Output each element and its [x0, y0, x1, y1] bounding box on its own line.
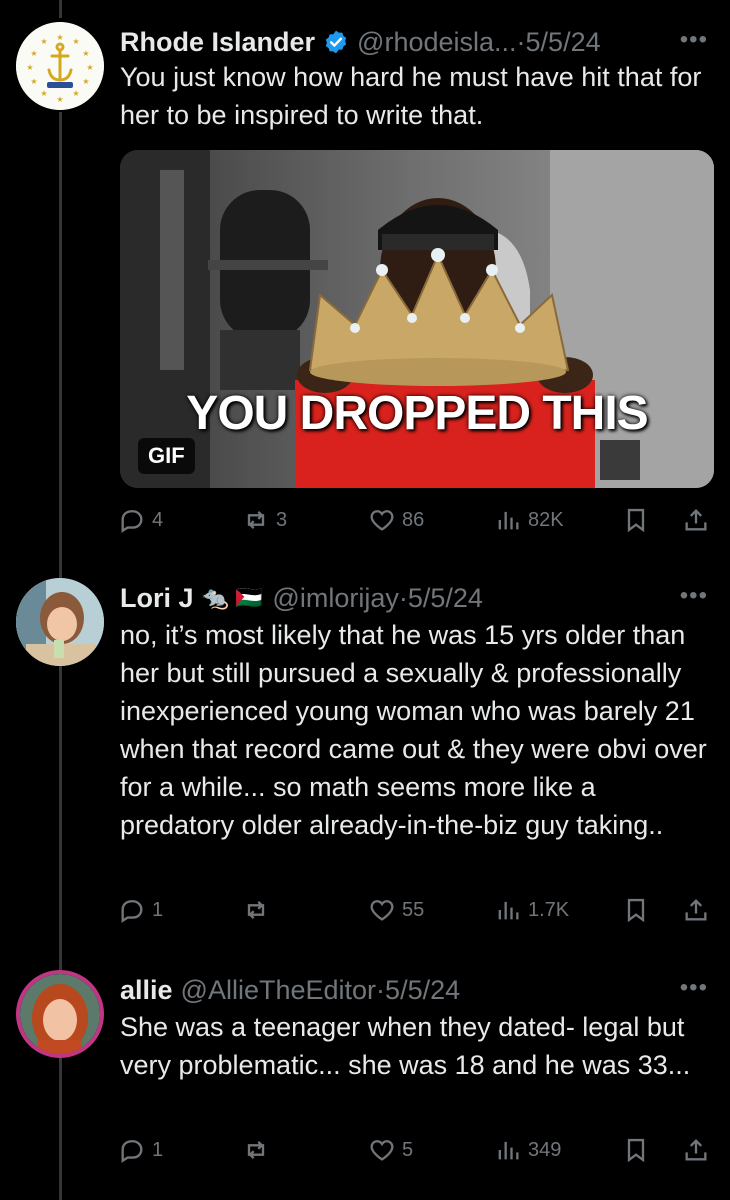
tweet-text: She was a teenager when they dated- lega… — [120, 1012, 691, 1080]
reply-button[interactable]: 1 — [118, 1130, 163, 1170]
svg-text:★: ★ — [82, 49, 89, 58]
more-options-icon[interactable]: ••• — [680, 26, 708, 54]
gif-badge: GIF — [138, 438, 195, 474]
bookmark-button[interactable] — [622, 890, 650, 930]
tweet-header: Lori J 🐀 🇵🇸 @imlorijay · 5/5/24 — [120, 578, 483, 618]
views-count: 82K — [528, 508, 564, 531]
reply-count: 4 — [152, 508, 164, 531]
bookmark-button[interactable] — [622, 1130, 650, 1170]
bookmark-icon — [627, 898, 645, 923]
thread-line-top — [59, 0, 62, 18]
display-name[interactable]: allie — [120, 975, 173, 1006]
more-options-icon[interactable]: ••• — [680, 582, 708, 610]
heart-icon — [370, 510, 394, 531]
reply-icon — [121, 1140, 143, 1163]
avatar[interactable]: ★ ★ ★ ★ ★ ★ ★ ★ ★ ★ ★ ★ — [16, 22, 104, 110]
tweet-actions: 4 3 86 82K — [118, 500, 714, 540]
svg-text:★: ★ — [30, 49, 37, 58]
tweet-header: allie @AllieTheEditor · 5/5/24 — [120, 970, 460, 1010]
reply-button[interactable]: 4 — [118, 500, 163, 540]
avatar-photo — [20, 974, 100, 1054]
svg-text:★: ★ — [86, 63, 93, 72]
views-count: 349 — [528, 1138, 562, 1161]
handle[interactable]: @rhodeisla... — [357, 27, 516, 58]
heart-icon — [370, 1140, 394, 1161]
svg-text:★: ★ — [72, 37, 79, 46]
reply-button[interactable]: 1 — [118, 890, 163, 930]
svg-text:★: ★ — [30, 77, 37, 86]
repost-icon — [247, 1141, 265, 1159]
like-button[interactable]: 86 — [368, 500, 424, 540]
heart-icon — [370, 900, 394, 921]
tweet-actions: 1 55 1.7K — [118, 890, 714, 930]
views-button[interactable]: 1.7K — [494, 890, 569, 930]
display-name[interactable]: Rhode Islander — [120, 27, 315, 58]
svg-text:★: ★ — [40, 89, 47, 98]
tweet-allie[interactable]: allie @AllieTheEditor · 5/5/24 ••• She w… — [0, 970, 730, 1200]
share-button[interactable] — [682, 890, 710, 930]
repost-count: 3 — [276, 508, 288, 531]
reply-icon — [121, 510, 143, 533]
rhode-island-flag-icon: ★ ★ ★ ★ ★ ★ ★ ★ ★ ★ ★ ★ — [16, 22, 104, 110]
tweet-lori-j[interactable]: Lori J 🐀 🇵🇸 @imlorijay · 5/5/24 ••• no, … — [0, 578, 730, 928]
repost-icon — [247, 901, 265, 919]
handle[interactable]: @AllieTheEditor — [181, 975, 377, 1006]
gif-caption: YOU DROPPED THIS — [186, 387, 648, 440]
share-button[interactable] — [682, 500, 710, 540]
reply-icon — [121, 900, 143, 923]
bookmark-icon — [627, 508, 645, 533]
name-emojis: 🐀 🇵🇸 — [201, 585, 263, 610]
views-button[interactable]: 82K — [494, 500, 564, 540]
svg-text:★: ★ — [26, 63, 33, 72]
repost-button[interactable] — [242, 890, 276, 930]
separator-dot: · — [376, 974, 386, 1005]
verified-badge-icon — [323, 29, 349, 55]
separator-dot: · — [398, 582, 408, 613]
separator-dot: · — [516, 26, 526, 57]
svg-text:★: ★ — [72, 89, 79, 98]
like-count: 86 — [402, 508, 425, 531]
share-icon — [685, 1139, 707, 1161]
display-name[interactable]: Lori J — [120, 583, 194, 614]
tweet-actions: 1 5 349 — [118, 1130, 714, 1170]
like-button[interactable]: 5 — [368, 1130, 413, 1170]
avatar[interactable] — [16, 578, 104, 666]
svg-text:★: ★ — [40, 37, 47, 46]
share-icon — [685, 899, 707, 921]
share-icon — [685, 509, 707, 531]
like-button[interactable]: 55 — [368, 890, 424, 930]
svg-text:★: ★ — [56, 95, 63, 104]
views-button[interactable]: 349 — [494, 1130, 561, 1170]
tweet-text: no, it’s most likely that he was 15 yrs … — [120, 620, 707, 840]
views-count: 1.7K — [528, 898, 570, 921]
bookmark-button[interactable] — [622, 500, 650, 540]
timestamp[interactable]: 5/5/24 — [408, 583, 483, 614]
repost-icon — [247, 511, 265, 529]
like-count: 55 — [402, 898, 425, 921]
avatar-photo — [16, 578, 104, 666]
svg-text:★: ★ — [82, 77, 89, 86]
reply-count: 1 — [152, 898, 164, 921]
timestamp[interactable]: 5/5/24 — [526, 27, 601, 58]
views-icon — [498, 901, 519, 920]
views-icon — [498, 511, 519, 530]
reply-count: 1 — [152, 1138, 164, 1161]
share-button[interactable] — [682, 1130, 710, 1170]
handle[interactable]: @imlorijay — [272, 583, 398, 614]
svg-text:★: ★ — [56, 33, 63, 42]
repost-button[interactable]: 3 — [242, 500, 287, 540]
repost-button[interactable] — [242, 1130, 276, 1170]
timestamp[interactable]: 5/5/24 — [385, 975, 460, 1006]
more-options-icon[interactable]: ••• — [680, 974, 708, 1002]
gif-media[interactable]: YOU DROPPED THIS GIF — [120, 150, 714, 488]
tweet-text: You just know how hard he must have hit … — [120, 62, 702, 130]
tweet-rhode-islander[interactable]: ★ ★ ★ ★ ★ ★ ★ ★ ★ ★ ★ ★ Rhode Islander @… — [0, 22, 730, 542]
views-icon — [498, 1141, 519, 1160]
avatar[interactable] — [16, 970, 104, 1058]
bookmark-icon — [627, 1138, 645, 1163]
tweet-header: Rhode Islander @rhodeisla... · 5/5/24 — [120, 22, 601, 62]
like-count: 5 — [402, 1138, 414, 1161]
